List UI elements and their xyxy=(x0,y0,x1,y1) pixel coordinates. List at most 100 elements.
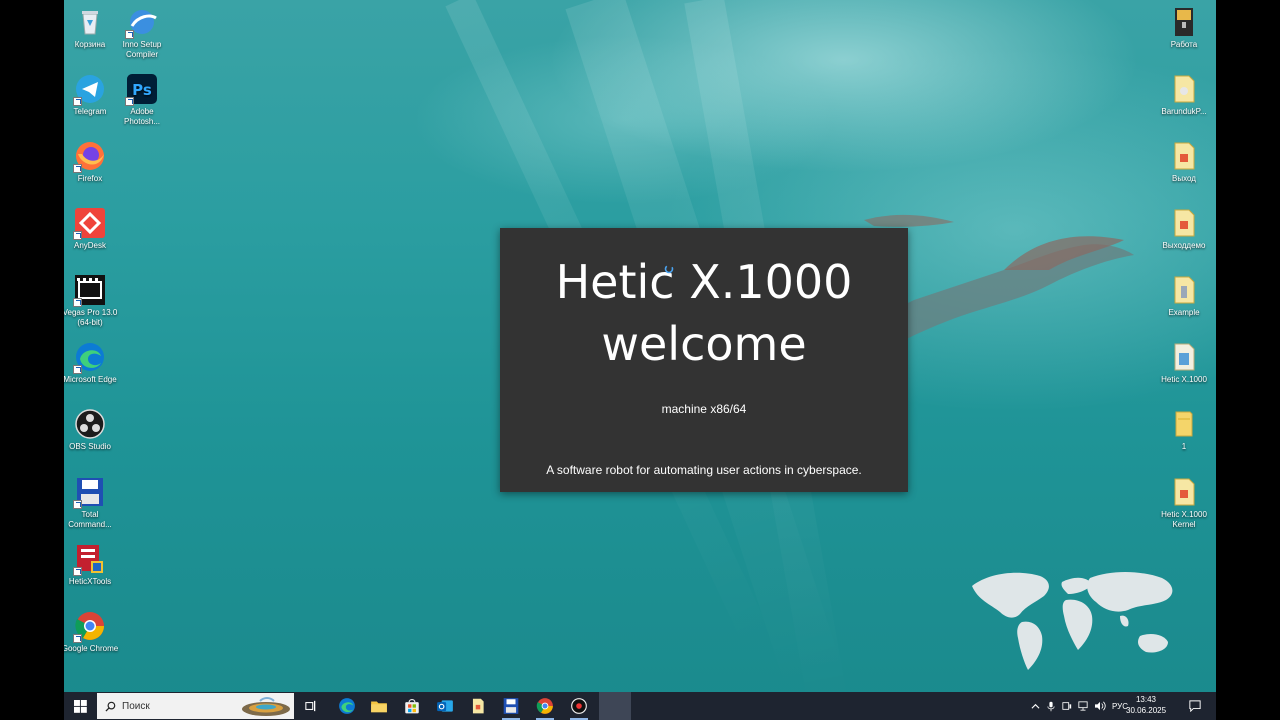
task-view-button[interactable] xyxy=(298,692,324,720)
icon-label: Example xyxy=(1168,308,1200,317)
icon-label: 1 xyxy=(1181,442,1187,451)
chevron-up-icon xyxy=(1031,703,1039,709)
tray-volume[interactable] xyxy=(1092,692,1108,720)
icon-label: Google Chrome xyxy=(64,644,119,653)
icon-label: Hetic X.1000 xyxy=(1161,375,1207,384)
edge-icon xyxy=(339,698,355,714)
mail-icon xyxy=(437,700,453,712)
telegram-icon xyxy=(73,73,106,106)
file-icon xyxy=(1168,341,1200,373)
icon-label: BarundukP... xyxy=(1161,107,1207,116)
svg-text:Ps: Ps xyxy=(132,81,152,99)
icon-label: Total Command... xyxy=(68,510,112,529)
rabota-icon-tile[interactable]: Работа xyxy=(1154,6,1214,50)
archive-folder-icon xyxy=(1168,6,1200,38)
record-icon xyxy=(571,698,587,714)
folder-icon xyxy=(1168,408,1200,440)
store-icon xyxy=(405,698,419,714)
search-highlight-image xyxy=(242,697,290,716)
icon-label: Выход xyxy=(1172,174,1196,183)
chrome-icon xyxy=(536,698,553,714)
tray-network[interactable] xyxy=(1076,692,1090,720)
icon-label: Vegas Pro 13.0 (64-bit) xyxy=(64,308,118,327)
vyhod-demo-icon-tile[interactable]: Выходдемо xyxy=(1154,207,1214,251)
microphone-icon xyxy=(1047,701,1055,711)
obs-icon xyxy=(74,408,106,440)
taskbar-search-box[interactable]: Поиск xyxy=(97,693,294,719)
search-placeholder: Поиск xyxy=(122,700,150,712)
splash-window: Hetic X.1000 welcome machine x86/64 A so… xyxy=(500,228,908,492)
taskbar: Поиск РУС 13:43 30.06.2025 xyxy=(64,692,1216,720)
notification-icon xyxy=(1189,700,1201,712)
taskbar-app[interactable] xyxy=(463,692,493,720)
folder-icon xyxy=(371,701,387,713)
icon-label: Работа xyxy=(1170,40,1198,49)
world-map-decoration xyxy=(972,572,1173,670)
chrome-icon-tile[interactable]: Google Chrome xyxy=(64,610,120,654)
barunduk-icon-tile[interactable]: BarundukP... xyxy=(1154,73,1214,117)
icon-label: Hetic X.1000 Kernel xyxy=(1161,510,1207,529)
icon-label: HeticXTools xyxy=(68,577,112,586)
taskbar-store[interactable] xyxy=(397,692,427,720)
hetic-tools-icon xyxy=(73,543,106,576)
edge-icon-tile[interactable]: Microsoft Edge xyxy=(64,341,120,385)
inno-setup-icon-tile[interactable]: Inno Setup Compiler xyxy=(112,6,172,60)
taskbar-edge[interactable] xyxy=(332,692,362,720)
desktop: Корзина Inno Setup Compiler Telegram Ps … xyxy=(64,0,1216,720)
taskbar-file-explorer[interactable] xyxy=(364,692,394,720)
icon-label: OBS Studio xyxy=(69,442,111,451)
folder-1-icon-tile[interactable]: 1 xyxy=(1154,408,1214,452)
floppy-disk-icon xyxy=(503,698,519,714)
taskbar-total-commander[interactable] xyxy=(496,692,526,720)
example-icon-tile[interactable]: Example xyxy=(1154,274,1214,318)
taskbar-chrome[interactable] xyxy=(530,692,560,720)
anydesk-icon xyxy=(73,207,106,240)
vyhod-icon-tile[interactable]: Выход xyxy=(1154,140,1214,184)
total-commander-icon xyxy=(73,476,106,509)
recycle-bin-icon xyxy=(74,6,106,38)
total-commander-icon-tile[interactable]: Total Command... xyxy=(64,476,120,530)
photoshop-icon-tile[interactable]: Ps Adobe Photosh... xyxy=(112,73,172,127)
edge-icon xyxy=(73,341,106,374)
taskbar-clock[interactable]: 13:43 30.06.2025 xyxy=(1126,694,1166,716)
icon-label: Выходдемо xyxy=(1162,241,1206,250)
search-icon xyxy=(105,701,116,712)
inno-setup-icon xyxy=(125,6,158,39)
chrome-icon xyxy=(73,610,106,643)
notifications-button[interactable] xyxy=(1182,692,1208,720)
hetic-x1000-icon-tile[interactable]: Hetic X.1000 xyxy=(1154,341,1214,385)
task-view-icon xyxy=(305,700,316,712)
device-icon xyxy=(1062,702,1072,710)
speaker-icon xyxy=(1095,701,1106,711)
clock-date: 30.06.2025 xyxy=(1126,706,1167,715)
splash-description: A software robot for automating user act… xyxy=(546,463,862,477)
windows-logo-icon xyxy=(73,699,87,713)
anydesk-icon-tile[interactable]: AnyDesk xyxy=(64,207,120,251)
vegas-pro-icon xyxy=(73,274,106,307)
splash-title: Hetic X.1000 xyxy=(555,255,853,309)
file-icon xyxy=(1168,274,1200,306)
hetic-tools-icon-tile[interactable]: HeticXTools xyxy=(64,543,120,587)
splash-welcome: welcome xyxy=(601,317,807,371)
hetic-kernel-icon-tile[interactable]: Hetic X.1000 Kernel xyxy=(1154,476,1214,530)
firefox-icon-tile[interactable]: Firefox xyxy=(64,140,120,184)
start-button[interactable] xyxy=(64,692,96,720)
file-icon xyxy=(1168,140,1200,172)
vegas-pro-icon-tile[interactable]: Vegas Pro 13.0 (64-bit) xyxy=(64,274,120,328)
taskbar-outlook[interactable] xyxy=(430,692,460,720)
taskbar-app-recorder[interactable] xyxy=(564,692,594,720)
file-icon xyxy=(1168,73,1200,105)
photoshop-icon: Ps xyxy=(125,73,158,106)
icon-label: AnyDesk xyxy=(73,241,106,250)
file-icon xyxy=(1168,476,1200,508)
busy-cursor-icon xyxy=(664,264,674,274)
obs-icon-tile[interactable]: OBS Studio xyxy=(64,408,120,452)
taskbar-active-window[interactable] xyxy=(599,692,631,720)
tray-device[interactable] xyxy=(1060,692,1074,720)
tray-overflow-button[interactable] xyxy=(1028,692,1042,720)
icon-label: Microsoft Edge xyxy=(64,375,117,384)
tray-microphone[interactable] xyxy=(1044,692,1058,720)
icon-label: Firefox xyxy=(77,174,103,183)
splash-machine-text: machine x86/64 xyxy=(661,402,747,416)
icon-label: Adobe Photosh... xyxy=(123,107,161,126)
